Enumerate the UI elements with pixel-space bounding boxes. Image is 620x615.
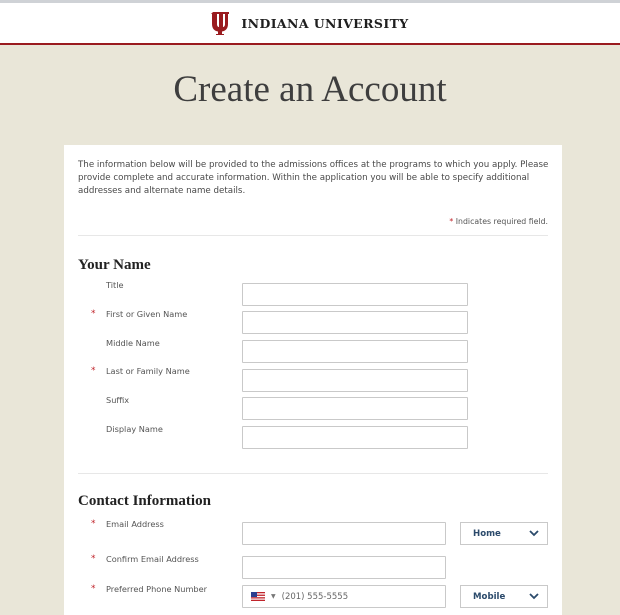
label-title: Title	[106, 280, 124, 290]
label-first-name: * First or Given Name	[91, 309, 188, 319]
email-type-select[interactable]: Home	[460, 522, 548, 545]
required-star: *	[91, 554, 96, 564]
required-field-note: * Indicates required field.	[449, 217, 548, 226]
label-suffix: Suffix	[106, 395, 130, 405]
chevron-down-icon	[529, 593, 539, 600]
site-header: INDIANA UNIVERSITY	[0, 0, 620, 45]
label-display-name: Display Name	[106, 424, 163, 434]
section-title-contact: Contact Information	[78, 493, 211, 509]
label-last-name: * Last or Family Name	[91, 366, 190, 376]
email-input[interactable]	[242, 522, 446, 545]
phone-type-select[interactable]: Mobile	[460, 585, 548, 608]
label-confirm-email: * Confirm Email Address	[91, 554, 199, 564]
required-star: *	[91, 519, 96, 529]
phone-placeholder: (201) 555-5555	[281, 591, 349, 602]
divider	[78, 235, 548, 236]
label-phone: * Preferred Phone Number	[91, 584, 208, 594]
suffix-input[interactable]	[242, 397, 468, 420]
required-star: *	[91, 366, 96, 376]
required-star: *	[449, 217, 454, 226]
chevron-down-icon	[529, 530, 539, 537]
country-caret-icon[interactable]: ▼	[271, 593, 276, 600]
intro-text: The information below will be provided t…	[78, 160, 549, 196]
page-title: Create an Account	[173, 69, 447, 110]
phone-input[interactable]: ▼ (201) 555-5555	[242, 585, 446, 608]
brand[interactable]: INDIANA UNIVERSITY	[0, 9, 620, 37]
header-top-strip	[0, 0, 620, 3]
confirm-email-input[interactable]	[242, 556, 446, 579]
middle-name-input[interactable]	[242, 340, 468, 363]
us-flag-icon[interactable]	[251, 592, 265, 601]
label-middle-name: Middle Name	[106, 338, 160, 348]
label-email: * Email Address	[91, 519, 164, 529]
title-input[interactable]	[242, 283, 468, 306]
required-star: *	[91, 309, 96, 319]
brand-name: INDIANA UNIVERSITY	[241, 15, 409, 31]
first-name-input[interactable]	[242, 311, 468, 334]
iu-trident-logo-icon	[211, 12, 230, 35]
account-form-card: The information below will be provided t…	[64, 145, 562, 615]
last-name-input[interactable]	[242, 369, 468, 392]
required-note-text: Indicates required field.	[455, 217, 548, 226]
section-title-your-name: Your Name	[78, 257, 151, 273]
divider	[78, 473, 548, 474]
required-star: *	[91, 584, 96, 594]
display-name-input[interactable]	[242, 426, 468, 449]
